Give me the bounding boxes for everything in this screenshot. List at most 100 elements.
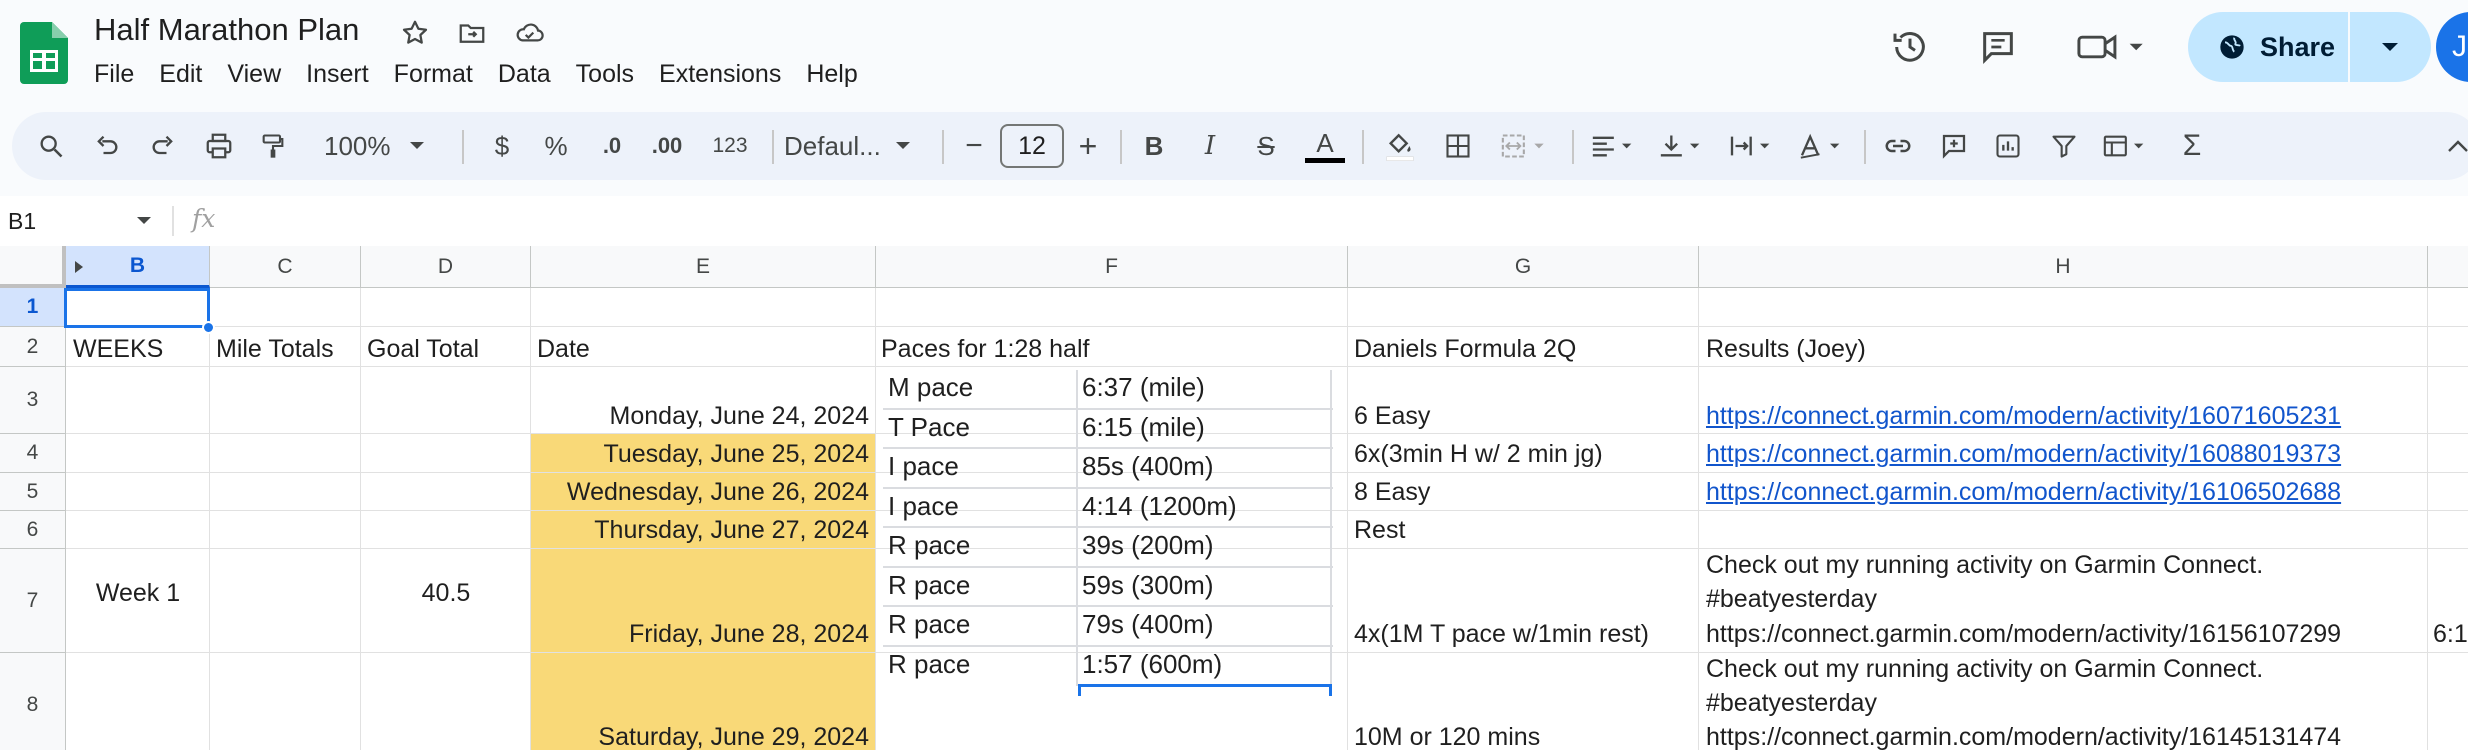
result-text-line[interactable]: #beatyesterday [1706, 582, 1877, 616]
share-button[interactable]: Share [2188, 12, 2431, 82]
zoom-select[interactable]: 100% [324, 122, 434, 170]
column-header-h[interactable]: H [1699, 246, 2428, 288]
menu-edit[interactable]: Edit [159, 58, 214, 91]
pace-row[interactable]: R pace 39s (200m) [883, 528, 1333, 568]
font-family-select[interactable]: Defaul... [784, 122, 944, 170]
workout-cell[interactable]: 6 Easy [1354, 399, 1430, 433]
menu-file[interactable]: File [94, 58, 146, 91]
row-header-4[interactable]: 4 [0, 434, 66, 473]
column-collapse-arrow-icon[interactable] [74, 260, 84, 274]
date-cell[interactable]: Monday, June 24, 2024 [531, 399, 869, 433]
row-header-7[interactable]: 7 [0, 549, 66, 653]
menu-data[interactable]: Data [498, 58, 563, 91]
insert-comment-icon[interactable] [1932, 122, 1976, 170]
header-paces[interactable]: Paces for 1:28 half [881, 332, 1089, 366]
redo-icon[interactable] [138, 122, 188, 170]
workout-cell[interactable]: 10M or 120 mins [1354, 720, 1540, 750]
sheets-logo-icon[interactable] [20, 22, 68, 84]
select-all-corner[interactable] [0, 246, 66, 288]
borders-icon[interactable] [1436, 122, 1480, 170]
result-link[interactable]: https://connect.garmin.com/modern/activi… [1706, 399, 2341, 433]
document-title[interactable]: Half Marathon Plan [94, 12, 359, 48]
workout-cell[interactable]: Rest [1354, 513, 1405, 547]
more-formats-button[interactable]: 123 [702, 122, 758, 170]
result-text-line[interactable]: https://connect.garmin.com/modern/activi… [1706, 617, 2341, 651]
date-cell[interactable]: Saturday, June 29, 2024 [531, 720, 869, 750]
account-avatar[interactable]: J [2436, 12, 2468, 82]
pace-row[interactable]: R pace 1:57 (600m) [883, 646, 1333, 696]
italic-button[interactable]: I [1190, 122, 1230, 170]
header-date[interactable]: Date [537, 332, 590, 366]
paint-format-icon[interactable] [248, 122, 298, 170]
vertical-align-icon[interactable] [1652, 122, 1714, 170]
pace-row[interactable]: M pace 6:37 (mile) [883, 370, 1333, 410]
result-link[interactable]: https://connect.garmin.com/modern/activi… [1706, 437, 2341, 471]
overflow-cell-i7[interactable]: 6:1 [2433, 617, 2468, 651]
insert-chart-icon[interactable] [1986, 122, 2030, 170]
menu-format[interactable]: Format [394, 58, 485, 91]
pace-row[interactable]: T Pace 6:15 (mile) [883, 409, 1333, 449]
active-cell-selection[interactable] [64, 288, 210, 328]
merge-cells-icon[interactable] [1490, 122, 1560, 170]
week-label[interactable]: Week 1 [66, 576, 210, 610]
result-text-line[interactable]: Check out my running activity on Garmin … [1706, 652, 2263, 686]
percent-format-button[interactable]: % [536, 122, 576, 170]
header-daniels[interactable]: Daniels Formula 2Q [1354, 332, 1576, 366]
goal-total-value[interactable]: 40.5 [361, 576, 531, 610]
menu-tools[interactable]: Tools [576, 58, 646, 91]
menu-extensions[interactable]: Extensions [659, 58, 793, 91]
text-color-button[interactable]: A [1302, 122, 1348, 170]
fill-handle[interactable] [202, 321, 215, 334]
date-cell[interactable]: Wednesday, June 26, 2024 [531, 475, 869, 509]
text-wrapping-icon[interactable] [1722, 122, 1784, 170]
name-box[interactable]: B1 [8, 202, 158, 240]
pace-row[interactable]: I pace 85s (400m) [883, 449, 1333, 489]
filter-views-icon[interactable] [2094, 122, 2160, 170]
pace-row[interactable]: R pace 59s (300m) [883, 567, 1333, 607]
column-header-b[interactable]: B [66, 246, 210, 288]
paces-table[interactable]: M pace 6:37 (mile) T Pace 6:15 (mile) I pa… [883, 370, 1333, 696]
result-link[interactable]: https://connect.garmin.com/modern/activi… [1706, 475, 2341, 509]
header-mile-totals[interactable]: Mile Totals [216, 332, 334, 366]
pace-row[interactable]: R pace 79s (400m) [883, 607, 1333, 647]
spreadsheet-grid[interactable]: B C D E F G H 1 2 3 4 5 6 7 8 WEEKS Mile… [0, 246, 2468, 750]
undo-icon[interactable] [82, 122, 132, 170]
column-header-d[interactable]: D [361, 246, 531, 288]
text-rotation-icon[interactable] [1792, 122, 1854, 170]
header-weeks[interactable]: WEEKS [73, 332, 163, 366]
currency-format-button[interactable]: $ [482, 122, 522, 170]
search-menus-icon[interactable] [26, 122, 76, 170]
decrease-font-size-button[interactable]: − [954, 122, 994, 170]
result-text-line[interactable]: #beatyesterday [1706, 686, 1877, 720]
share-dropdown-icon[interactable] [2350, 12, 2430, 82]
cloud-status-icon[interactable] [511, 14, 549, 52]
bold-button[interactable]: B [1134, 122, 1174, 170]
date-cell[interactable]: Tuesday, June 25, 2024 [531, 437, 869, 471]
pace-row[interactable]: I pace 4:14 (1200m) [883, 488, 1333, 528]
column-header-i[interactable] [2428, 246, 2468, 288]
header-results[interactable]: Results (Joey) [1706, 332, 1866, 366]
row-header-3[interactable]: 3 [0, 367, 66, 434]
result-text-line[interactable]: https://connect.garmin.com/modern/activi… [1706, 720, 2341, 750]
filter-icon[interactable] [2042, 122, 2086, 170]
row-header-2[interactable]: 2 [0, 327, 66, 367]
functions-button[interactable]: Σ [2172, 122, 2212, 170]
column-header-c[interactable]: C [210, 246, 361, 288]
formula-input[interactable] [240, 200, 2440, 242]
column-header-g[interactable]: G [1348, 246, 1699, 288]
menu-view[interactable]: View [227, 58, 293, 91]
date-cell[interactable]: Thursday, June 27, 2024 [531, 513, 869, 547]
collapse-menus-icon[interactable] [2438, 122, 2468, 170]
workout-cell[interactable]: 8 Easy [1354, 475, 1430, 509]
star-icon[interactable] [396, 14, 434, 52]
version-history-icon[interactable] [1885, 22, 1935, 72]
menu-insert[interactable]: Insert [306, 58, 381, 91]
move-folder-icon[interactable] [453, 14, 491, 52]
increase-decimal-button[interactable]: .00 [642, 122, 692, 170]
meet-call-icon[interactable] [2070, 22, 2150, 72]
result-text-line[interactable]: Check out my running activity on Garmin … [1706, 548, 2263, 582]
font-size-input[interactable]: 12 [1000, 124, 1064, 168]
header-goal-total[interactable]: Goal Total [367, 332, 479, 366]
share-main-button[interactable]: Share [2188, 12, 2348, 82]
workout-cell[interactable]: 6x(3min H w/ 2 min jg) [1354, 437, 1603, 471]
